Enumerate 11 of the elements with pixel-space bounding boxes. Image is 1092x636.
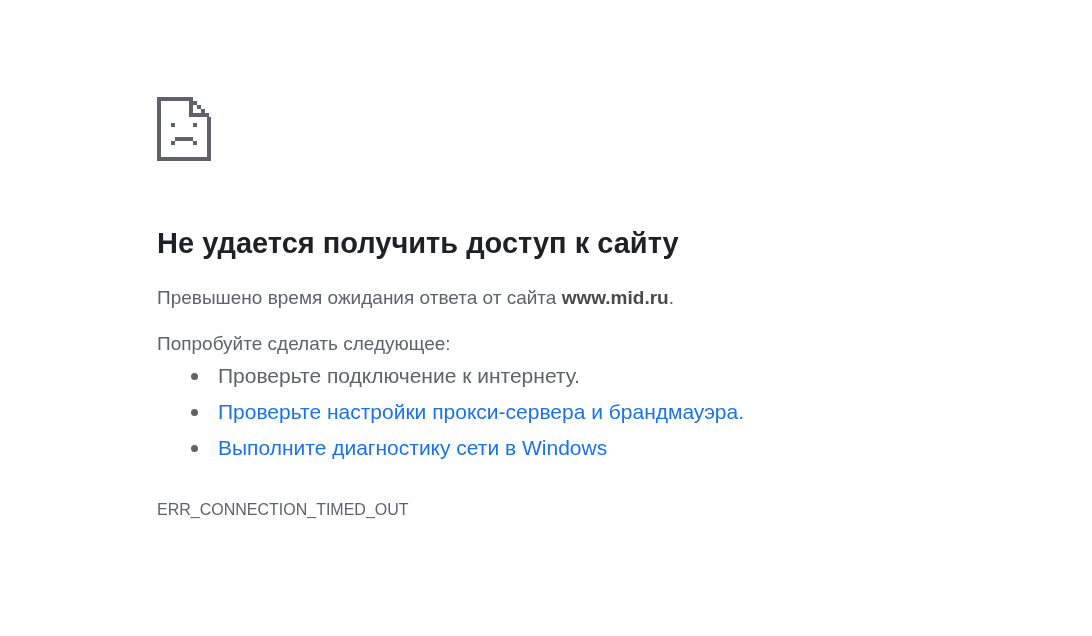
suggestions-heading: Попробуйте сделать следующее: (157, 332, 451, 356)
sad-page-icon (157, 97, 211, 161)
bullet-icon (191, 444, 198, 452)
error-message: Превышено время ожидания ответа от сайта www.mid.ru. (157, 286, 674, 310)
error-code: ERR_CONNECTION_TIMED_OUT (157, 501, 409, 519)
bullet-icon (191, 372, 198, 380)
error-title: Не удается получить доступ к сайту (157, 226, 679, 261)
suggestion-link[interactable]: Проверьте настройки прокси-сервера и брандмауэра. (218, 399, 745, 425)
suggestion-text: Проверьте подключение к интернету. (218, 363, 580, 389)
suggestion-link[interactable]: Выполните диагностику сети в Windows (218, 435, 608, 461)
bullet-icon (191, 408, 198, 416)
